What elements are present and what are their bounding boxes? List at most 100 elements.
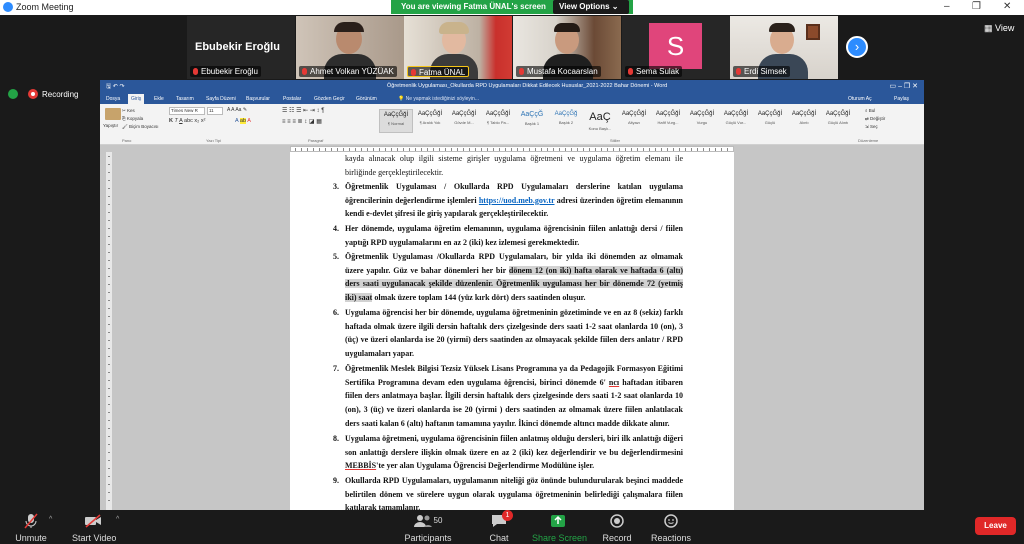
- alignment-buttons[interactable]: ≡ ≡ ≡ ≣ ↕ ◪ ▦: [282, 118, 322, 125]
- ruler-tick: [108, 252, 110, 253]
- record-button[interactable]: Record: [602, 511, 632, 543]
- participant-tile[interactable]: Erdi Simsek: [730, 16, 838, 79]
- tab-view[interactable]: Görünüm: [356, 96, 377, 102]
- find-button[interactable]: ⌕ Bul: [865, 108, 875, 113]
- vertical-ruler[interactable]: [106, 152, 112, 510]
- style-option[interactable]: AaÇçĞ Başlık 1: [515, 109, 549, 133]
- style-option[interactable]: AaÇçĞğİ Hafif Vurg...: [651, 109, 685, 133]
- style-option[interactable]: AaÇçĞğİ Güçlü: [753, 109, 787, 133]
- tab-home[interactable]: Giriş: [128, 94, 145, 104]
- participants-button[interactable]: 50 Participants: [404, 511, 452, 543]
- tab-design[interactable]: Tasarım: [176, 96, 194, 102]
- next-page-button[interactable]: ›: [846, 36, 868, 58]
- start-video-button[interactable]: Start Video: [72, 511, 116, 543]
- ruler-tick: [108, 476, 110, 477]
- leave-button[interactable]: Leave: [975, 517, 1016, 535]
- ruler-tick: [703, 148, 704, 151]
- style-option[interactable]: AaÇçĞğİ ¶ Normal: [379, 109, 413, 133]
- ruler-tick: [108, 204, 110, 205]
- ruler-tick: [481, 148, 482, 151]
- list-buttons[interactable]: ☰ ☷ ☰ ⇤ ⇥ ↕ ¶: [282, 107, 324, 114]
- font-size-grow-shrink[interactable]: A A Aa ✎: [227, 107, 247, 113]
- participants-icon: [413, 514, 432, 527]
- video-person-hair: [439, 22, 469, 34]
- tab-mailings[interactable]: Postalar: [283, 96, 301, 102]
- tab-review[interactable]: Gözden Geçir: [314, 96, 345, 102]
- unmute-options-caret[interactable]: ^: [49, 516, 52, 523]
- ribbon: Yapıştır ✂ Kes ⎘ Kopyala 🖌 Biçim Boyacıs…: [100, 104, 924, 145]
- share-button[interactable]: Paylaş: [894, 96, 909, 102]
- style-option[interactable]: AaÇçĞğİ Alıntı: [787, 109, 821, 133]
- participant-tile[interactable]: Ahmet Volkan YÜZÜAK: [296, 16, 404, 79]
- quick-access-toolbar[interactable]: 🖫 ↶ ↷: [106, 82, 125, 92]
- ruler-tick: [307, 148, 308, 151]
- style-option[interactable]: AaÇçĞğİ Altyazı: [617, 109, 651, 133]
- ruler-tick: [535, 148, 536, 151]
- paste-button[interactable]: Yapıştır: [103, 123, 118, 128]
- participant-tile[interactable]: Mustafa Kocaarslan: [513, 16, 621, 79]
- font-size-select[interactable]: 11: [207, 107, 223, 115]
- ruler-tick: [559, 148, 560, 151]
- reactions-button[interactable]: Reactions: [651, 511, 691, 543]
- tab-insert[interactable]: Ekle: [154, 96, 164, 102]
- share-screen-button[interactable]: Share Screen: [532, 511, 587, 543]
- muted-mic-icon: [193, 68, 198, 75]
- unmute-button[interactable]: Unmute: [14, 511, 48, 543]
- uod-link[interactable]: https://uod.meb.gov.tr: [479, 196, 555, 205]
- font-format-buttons[interactable]: K T A abc x₂ x²: [169, 118, 205, 124]
- minimize-button[interactable]: –: [944, 1, 950, 12]
- ruler-tick: [108, 164, 110, 165]
- participant-tile[interactable]: S Sema Sulak: [622, 16, 730, 79]
- document-page[interactable]: kayda alınacak olup ilgili sisteme giriş…: [290, 152, 734, 510]
- tell-me-search[interactable]: 💡 Ne yapmak istediğinizi söyleyin...: [398, 96, 479, 102]
- group-label-paragraph: Paragraf: [308, 138, 324, 143]
- style-option[interactable]: AaÇçĞğİ Güçlü Vur...: [719, 109, 753, 133]
- style-option[interactable]: AaÇçĞğİ Gövde M...: [447, 109, 481, 133]
- style-option[interactable]: AaÇ Konu Başlı...: [583, 109, 617, 133]
- maximize-button[interactable]: ❐: [972, 1, 981, 12]
- style-option[interactable]: AaÇçĞğİ ¶ Aralık Yok: [413, 109, 447, 133]
- ruler-tick: [397, 148, 398, 151]
- participant-tile[interactable]: Ebubekir Eroğlu Ebubekir Eroğlu: [187, 16, 295, 79]
- list-item: 8. Uygulama öğretmeni, uygulama öğrencisi…: [333, 434, 683, 471]
- smiley-plus-icon: [664, 513, 678, 528]
- meeting-controls: Unmute ^ Start Video ^ 50 Participants 1…: [0, 510, 1024, 544]
- style-option[interactable]: AaÇçĞğİ Vurgu: [685, 109, 719, 133]
- group-label-editing: Düzenleme: [858, 138, 879, 143]
- ruler-tick: [625, 148, 626, 151]
- video-options-caret[interactable]: ^: [116, 516, 119, 523]
- cut-button[interactable]: ✂ Kes: [122, 108, 135, 114]
- list-item: 7. Öğretmenlik Meslek Bilgisi Tezsiz Yüks…: [333, 364, 683, 428]
- format-painter-button[interactable]: 🖌 Biçim Boyacısı: [122, 124, 158, 130]
- chat-button[interactable]: 1 Chat: [486, 510, 513, 543]
- close-button[interactable]: ✕: [1003, 1, 1011, 12]
- ruler-tick: [108, 452, 110, 453]
- sign-in-link[interactable]: Oturum Aç: [848, 96, 872, 102]
- ruler-tick: [108, 156, 110, 157]
- style-option[interactable]: AaÇçĞğİ Güçlü Alıntı: [821, 109, 855, 133]
- style-option[interactable]: AaÇçĞğİ ¶ Tablo Pa...: [481, 109, 515, 133]
- tab-references[interactable]: Başvurular: [246, 96, 270, 102]
- tab-file[interactable]: Dosya: [106, 96, 120, 102]
- font-color-buttons[interactable]: A ab A: [235, 118, 251, 124]
- style-option[interactable]: AaÇçĞğ Başlık 2: [549, 109, 583, 133]
- ruler-tick: [108, 500, 110, 501]
- replace-button[interactable]: ⇄ Değiştir: [865, 116, 885, 122]
- ruler-tick: [108, 220, 110, 221]
- list-item: 4. Her dönemde, uygulama öğretim elemanın…: [333, 224, 683, 247]
- word-window-controls[interactable]: ▭ – ❐ ✕: [890, 82, 918, 90]
- copy-button[interactable]: ⎘ Kopyala: [122, 116, 143, 121]
- participant-name: Ahmet Volkan YÜZÜAK: [299, 66, 397, 77]
- ruler-tick: [721, 148, 722, 151]
- ruler-tick: [108, 492, 110, 493]
- view-options-button[interactable]: View Options ⌄: [553, 0, 629, 14]
- select-button[interactable]: ⇲ Seç: [865, 124, 878, 130]
- view-button[interactable]: ▦ View: [984, 23, 1014, 34]
- font-name-select[interactable]: Times New R: [169, 107, 205, 115]
- participant-tile[interactable]: Fatma ÜNAL: [404, 16, 512, 79]
- ruler-tick: [108, 260, 110, 261]
- ruler-tick: [325, 148, 326, 151]
- tab-layout[interactable]: Sayfa Düzeni: [206, 96, 236, 102]
- paste-icon[interactable]: [105, 108, 121, 120]
- ruler-tick: [691, 148, 692, 151]
